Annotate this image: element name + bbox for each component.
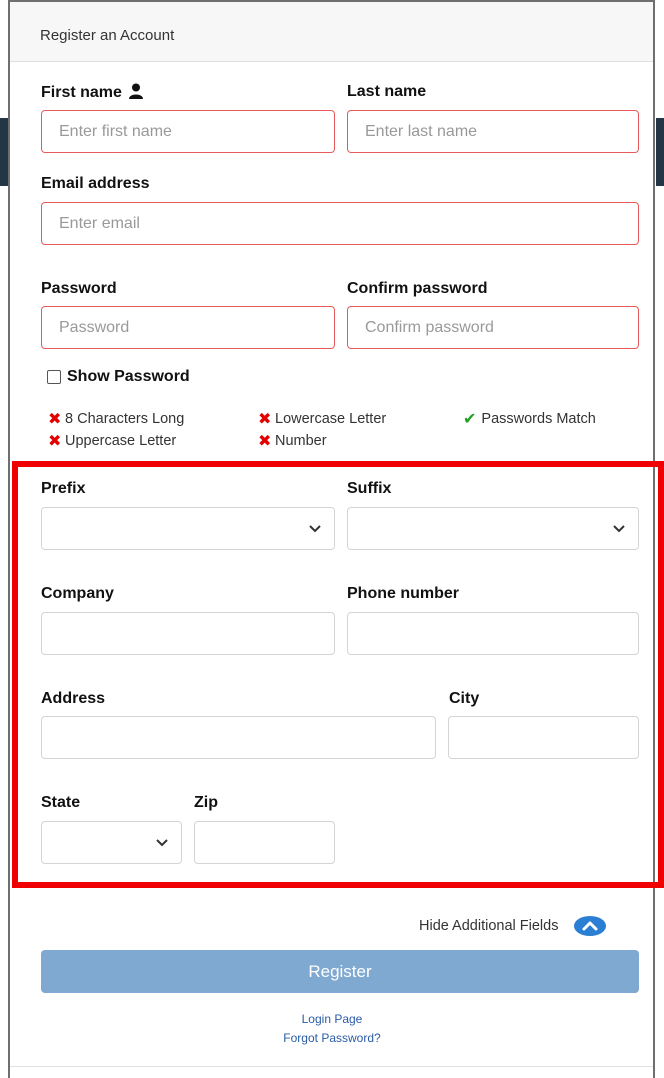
prefix-select[interactable] — [41, 507, 335, 550]
first-name-input[interactable]: Enter first name — [41, 110, 335, 153]
show-password-checkbox[interactable] — [47, 370, 61, 384]
address-input[interactable] — [41, 716, 436, 759]
hide-additional-fields-toggle[interactable]: Hide Additional Fields — [419, 915, 607, 937]
register-button[interactable]: Register — [41, 950, 639, 993]
city-input[interactable] — [448, 716, 639, 759]
toggle-label: Hide Additional Fields — [419, 918, 559, 934]
req-lowercase: ✖ Lowercase Letter — [258, 409, 386, 429]
req-number-text: Number — [275, 433, 327, 449]
email-input[interactable]: Enter email — [41, 202, 639, 245]
req-uppercase: ✖ Uppercase Letter — [48, 431, 176, 451]
confirm-password-label: Confirm password — [347, 280, 488, 297]
req-number: ✖ Number — [258, 431, 327, 451]
chevron-down-icon — [613, 525, 625, 533]
state-label: State — [41, 794, 81, 811]
login-page-link[interactable]: Login Page — [0, 1012, 664, 1026]
req-match-text: Passwords Match — [481, 411, 596, 427]
state-select[interactable] — [41, 821, 182, 864]
chevron-up-icon[interactable] — [573, 915, 607, 937]
phone-label: Phone number — [347, 585, 460, 602]
show-password-row: Show Password — [47, 368, 190, 386]
email-label: Email address — [41, 175, 150, 192]
zip-input[interactable] — [194, 821, 335, 864]
confirm-password-input[interactable]: Confirm password — [347, 306, 639, 349]
last-name-input[interactable]: Enter last name — [347, 110, 639, 153]
check-icon: ✔ — [463, 411, 477, 428]
prefix-label: Prefix — [41, 480, 86, 497]
last-name-label: Last name — [347, 83, 427, 100]
chevron-down-icon — [309, 525, 321, 533]
address-label: Address — [41, 690, 106, 707]
card-header: Register an Account — [10, 2, 653, 62]
req-lowercase-text: Lowercase Letter — [275, 411, 387, 427]
forgot-password-link[interactable]: Forgot Password? — [0, 1031, 664, 1045]
suffix-select[interactable] — [347, 507, 639, 550]
password-label: Password — [41, 280, 117, 297]
background-strip-left — [0, 118, 8, 186]
req-match: ✔ Passwords Match — [463, 409, 596, 429]
password-input[interactable]: Password — [41, 306, 335, 349]
city-label: City — [449, 690, 480, 707]
chevron-down-icon — [156, 839, 168, 847]
x-icon: ✖ — [48, 433, 62, 450]
user-icon — [129, 83, 144, 99]
x-icon: ✖ — [258, 411, 272, 428]
phone-input[interactable] — [347, 612, 639, 655]
first-name-label: First name — [41, 83, 144, 102]
x-icon: ✖ — [48, 411, 62, 428]
card-title: Register an Account — [40, 27, 175, 44]
req-length-text: 8 Characters Long — [65, 411, 185, 427]
company-input[interactable] — [41, 612, 335, 655]
x-icon: ✖ — [258, 433, 272, 450]
req-length: ✖ 8 Characters Long — [48, 409, 184, 429]
company-label: Company — [41, 585, 114, 602]
zip-label: Zip — [194, 794, 218, 811]
suffix-label: Suffix — [347, 480, 392, 497]
req-uppercase-text: Uppercase Letter — [65, 433, 177, 449]
first-name-label-text: First name — [41, 84, 122, 101]
background-strip-right — [656, 118, 664, 186]
card-footer-divider — [10, 1066, 653, 1067]
show-password-label: Show Password — [67, 368, 190, 385]
